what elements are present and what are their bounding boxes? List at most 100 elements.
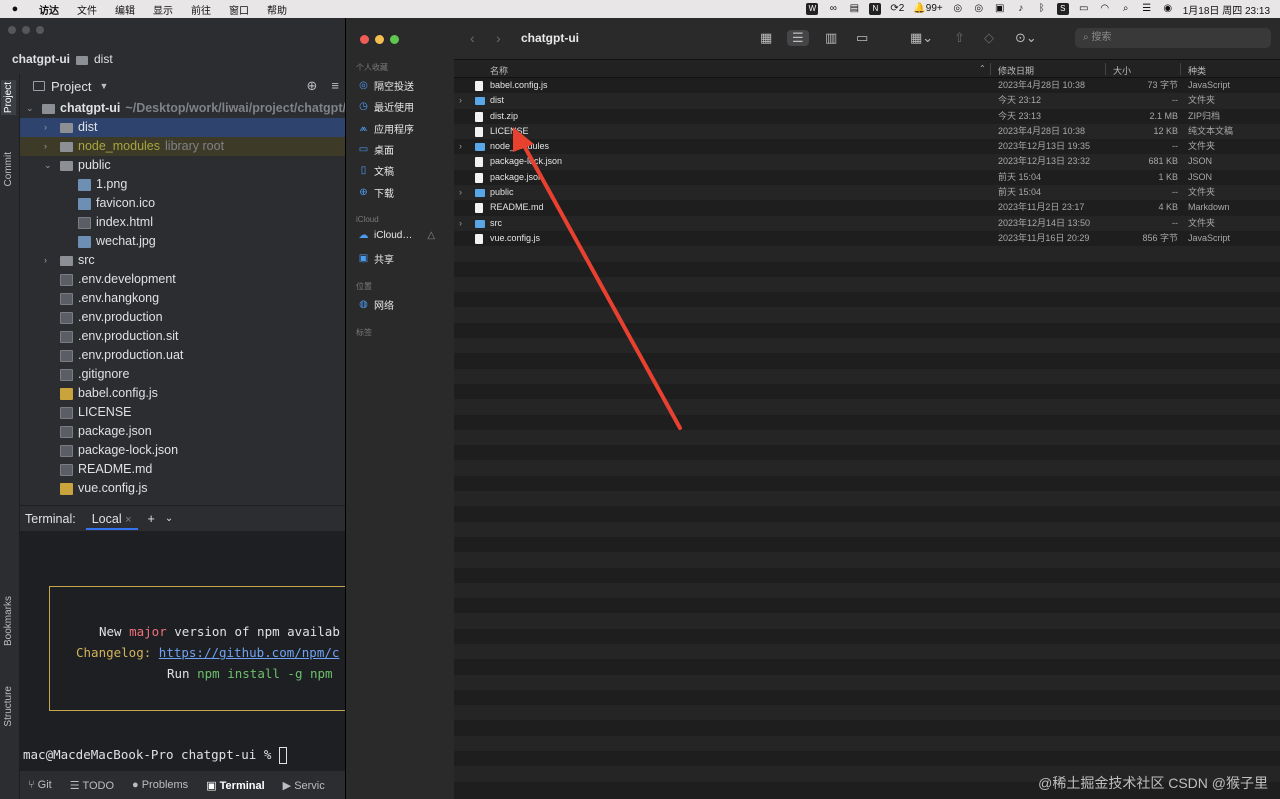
apple-menu-icon[interactable]: ●: [0, 3, 30, 15]
notification-icon[interactable]: ▣: [994, 3, 1006, 15]
tree-row[interactable]: index.html: [20, 213, 345, 232]
link-icon[interactable]: ∞: [827, 3, 839, 15]
ide-zoom-button[interactable]: [36, 26, 44, 34]
chevron-down-icon[interactable]: ⌄: [44, 156, 52, 175]
add-terminal-icon[interactable]: +: [148, 512, 155, 526]
siri-icon[interactable]: ◉: [1162, 3, 1174, 15]
col-separator[interactable]: [1105, 63, 1106, 75]
chevron-down-icon[interactable]: ⌄: [26, 99, 34, 118]
git-tab[interactable]: ⑂ Git: [28, 779, 52, 791]
finder-zoom-button[interactable]: [390, 35, 399, 44]
wechat-icon[interactable]: ◎: [952, 3, 964, 15]
chevron-down-icon[interactable]: ▼: [99, 81, 108, 91]
sidebar-item[interactable]: ▯ 文稿: [358, 163, 394, 178]
list-view-icon[interactable]: ☰: [787, 30, 809, 46]
breadcrumb-folder[interactable]: dist: [94, 52, 113, 66]
tree-row[interactable]: ⌄ chatgpt-ui ~/Desktop/work/liwai/project/…: [20, 99, 345, 118]
file-row[interactable]: README.md 2023年11月2日 23:17 4 KB Markdown: [454, 200, 1280, 215]
sidebar-item[interactable]: ⩕ 应用程序: [358, 121, 414, 136]
close-icon[interactable]: ×: [125, 514, 131, 526]
app-w-icon[interactable]: W: [806, 3, 819, 15]
tree-row[interactable]: › dist: [20, 118, 345, 137]
col-size[interactable]: 大小: [1113, 64, 1131, 77]
chevron-right-icon[interactable]: ›: [44, 118, 47, 137]
finder-tray-icon[interactable]: ▤: [848, 3, 860, 15]
tree-row[interactable]: › node_modules library root: [20, 137, 345, 156]
icon-view-icon[interactable]: ▦: [760, 30, 772, 46]
tool-tab-commit[interactable]: Commit: [3, 152, 14, 186]
col-name[interactable]: 名称: [490, 64, 508, 77]
tree-row[interactable]: package.json: [20, 422, 345, 441]
disclosure-chevron-icon[interactable]: ›: [459, 185, 462, 200]
tree-row[interactable]: favicon.ico: [20, 194, 345, 213]
tree-row[interactable]: .env.production.uat: [20, 346, 345, 365]
disclosure-chevron-icon[interactable]: ›: [459, 216, 462, 231]
terminal-tab[interactable]: ▣ Terminal: [206, 779, 264, 792]
tree-row[interactable]: wechat.jpg: [20, 232, 345, 251]
control-center-icon[interactable]: ☰: [1141, 3, 1153, 15]
forward-icon[interactable]: ›: [496, 30, 501, 46]
sidebar-item[interactable]: ◷ 最近使用: [358, 99, 414, 114]
disclosure-chevron-icon[interactable]: ›: [459, 93, 462, 108]
todo-tab[interactable]: ☰ TODO: [70, 779, 114, 792]
menu-go[interactable]: 前往: [182, 2, 220, 17]
sidebar-item[interactable]: ☁ iCloud… △: [358, 230, 436, 241]
wifi-icon[interactable]: ◠: [1099, 3, 1111, 15]
tree-row[interactable]: vue.config.js: [20, 479, 345, 498]
app-s-icon[interactable]: S: [1056, 3, 1069, 15]
tree-row[interactable]: package-lock.json: [20, 441, 345, 460]
file-row[interactable]: package.json 前天 15:04 1 KB JSON: [454, 170, 1280, 185]
tray-badge-2[interactable]: ⟳2: [890, 3, 904, 15]
volume-icon[interactable]: ♪: [1015, 3, 1027, 15]
file-row[interactable]: › dist 今天 23:12 -- 文件夹: [454, 93, 1280, 109]
locate-icon[interactable]: ⊕: [307, 78, 318, 94]
file-row[interactable]: › public 前天 15:04 -- 文件夹: [454, 185, 1280, 201]
column-view-icon[interactable]: ▥: [825, 30, 837, 46]
file-row[interactable]: › node_modules 2023年12月13日 19:35 -- 文件夹: [454, 139, 1280, 154]
file-row[interactable]: LICENSE 2023年4月28日 10:38 12 KB 纯文本文稿: [454, 123, 1280, 140]
bell-badge[interactable]: 🔔99+: [913, 3, 942, 15]
project-panel-title[interactable]: Project: [51, 79, 91, 94]
battery-icon[interactable]: ▭: [1078, 3, 1090, 15]
ide-minimize-button[interactable]: [22, 26, 30, 34]
breadcrumb-project[interactable]: chatgpt-ui: [12, 52, 70, 66]
menu-window[interactable]: 窗口: [220, 2, 258, 17]
tree-row[interactable]: .gitignore: [20, 365, 345, 384]
file-row[interactable]: package-lock.json 2023年12月13日 23:32 681 KB…: [454, 154, 1280, 170]
finder-minimize-button[interactable]: [375, 35, 384, 44]
sidebar-item[interactable]: ▭ 桌面: [358, 142, 394, 157]
search-field[interactable]: ⌕ 搜索: [1075, 28, 1271, 48]
col-separator[interactable]: [1180, 63, 1181, 75]
menu-view[interactable]: 显示: [144, 2, 182, 17]
tree-row[interactable]: .env.development: [20, 270, 345, 289]
chevron-right-icon[interactable]: ›: [44, 137, 47, 156]
wechat-work-icon[interactable]: ◎: [973, 3, 985, 15]
menu-help[interactable]: 帮助: [258, 2, 296, 17]
sidebar-item[interactable]: ⊕ 下载: [358, 185, 394, 200]
back-icon[interactable]: ‹: [470, 30, 475, 46]
file-row[interactable]: babel.config.js 2023年4月28日 10:38 73 字节 Java…: [454, 78, 1280, 93]
terminal-tab-local[interactable]: Local ×: [85, 508, 138, 530]
chevron-down-icon[interactable]: ⌄: [165, 513, 173, 524]
tree-row[interactable]: › src: [20, 251, 345, 270]
menu-clock[interactable]: 1月18日 周四 23:13: [1183, 2, 1270, 17]
file-row[interactable]: › src 2023年12月14日 13:50 -- 文件夹: [454, 215, 1280, 231]
tree-row[interactable]: .env.hangkong: [20, 289, 345, 308]
tree-row[interactable]: LICENSE: [20, 403, 345, 422]
tag-icon[interactable]: ◇: [984, 30, 994, 46]
sidebar-item[interactable]: ▣ 共享: [358, 251, 394, 266]
file-row[interactable]: dist.zip 今天 23:13 2.1 MB ZIP归档: [454, 109, 1280, 124]
tree-row[interactable]: README.md: [20, 460, 345, 479]
sidebar-item[interactable]: ◍ 网络: [358, 297, 394, 312]
gallery-view-icon[interactable]: ▭: [856, 30, 868, 46]
tree-row[interactable]: .env.production: [20, 308, 345, 327]
tool-tab-project[interactable]: Project: [1, 80, 16, 116]
file-row[interactable]: vue.config.js 2023年11月16日 20:29 856 字节 Java…: [454, 231, 1280, 246]
ide-close-button[interactable]: [8, 26, 16, 34]
terminal-output[interactable]: New major version of npm availab Changel…: [20, 531, 345, 771]
col-kind[interactable]: 种类: [1188, 64, 1206, 77]
disclosure-chevron-icon[interactable]: ›: [459, 139, 462, 154]
more-actions-icon[interactable]: ⊙⌄: [1015, 30, 1037, 46]
collapse-icon[interactable]: ≡: [331, 78, 339, 94]
share-icon[interactable]: ⇧: [954, 30, 965, 46]
